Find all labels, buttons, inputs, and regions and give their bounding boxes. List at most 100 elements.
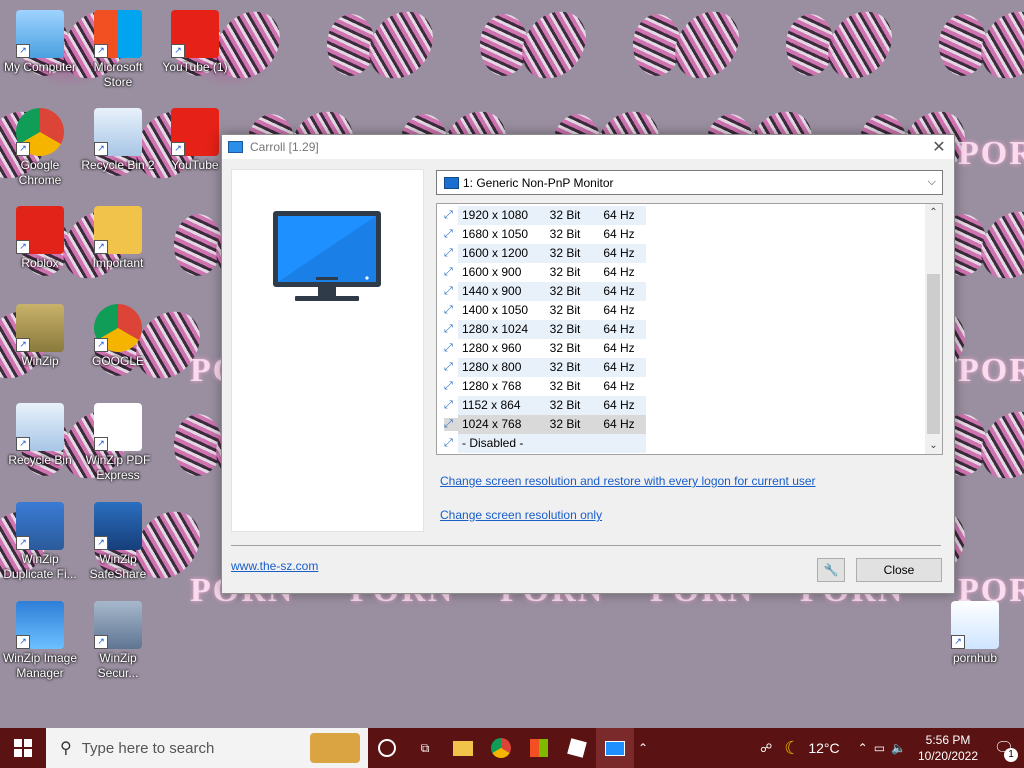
scroll-up-icon[interactable]: ⌃ [925,204,942,221]
desktop-icon[interactable]: ↗ WinZip PDF Express [78,403,158,483]
search-highlight-icon [310,733,360,763]
resize-icon: ⤢ [444,418,458,431]
desktop-icon[interactable]: ↗ Important [78,206,158,271]
resolution-row[interactable]: ⤢ 1400 x 1050 32 Bit 64 Hz [439,301,646,320]
search-placeholder: Type here to search [81,739,215,757]
store-button[interactable] [520,728,558,768]
carroll-taskbar-button[interactable] [596,728,634,768]
settings-button[interactable]: 🔧 [817,558,845,582]
refresh-rate-cell: 64 Hz [592,244,646,263]
desktop-icon[interactable]: ↗ WinZip Secur... [78,601,158,681]
resolution-row[interactable]: ⤢ 1152 x 864 32 Bit 64 Hz [439,396,646,415]
resolution-row[interactable]: ⤢ 1280 x 1024 32 Bit 64 Hz [439,320,646,339]
tray-chevron-icon[interactable]: ⌃ [858,741,868,755]
chevron-down-icon[interactable]: ⌵ [928,176,936,189]
start-button[interactable] [0,728,46,768]
desktop-icon[interactable]: ↗ WinZip [0,304,80,369]
resolution-row[interactable]: ⤢ 1024 x 768 32 Bit 64 Hz [439,415,646,434]
resize-icon: ⤢ [444,342,453,354]
desktop-icon[interactable]: ↗ Google Chrome [0,108,80,188]
network-icon[interactable]: ▭ [874,741,885,755]
change-resolution-only-link[interactable]: Change screen resolution only [440,508,602,522]
taskbar-search[interactable]: ⚲ Type here to search [46,728,368,768]
resolution-row[interactable]: ⤢ 1280 x 960 32 Bit 64 Hz [439,339,646,358]
store-icon [530,739,548,757]
people-icon[interactable]: ☍ [748,741,784,755]
resolution-row[interactable]: ⤢ 1600 x 1200 32 Bit 64 Hz [439,244,646,263]
desktop-icon[interactable]: ↗ YouTube (1) [155,10,235,75]
desktop-icon[interactable]: ↗ WinZip Image Manager [0,601,80,681]
close-button[interactable]: Close [856,558,942,582]
butterfly-wing [974,403,1024,487]
resolution-row[interactable]: ⤢ 1920 x 1080 32 Bit 64 Hz [439,206,646,225]
desktop-icon-label: Important [92,256,144,270]
resolution-row[interactable]: ⤢ 1280 x 800 32 Bit 64 Hz [439,358,646,377]
share-icon: ↗ [94,502,142,550]
clock-time: 5:56 PM [925,733,971,747]
desktop-icon-label: My Computer [3,60,77,74]
desktop-icon-label: WinZip PDF Express [85,453,151,482]
resize-icon: ⤢ [444,304,453,316]
resolution-list[interactable]: ⤢ 1920 x 1080 32 Bit 64 Hz ⤢ 1680 x 1050 32 Bi… [436,203,943,455]
shortcut-arrow-icon: ↗ [171,142,185,156]
desktop-icon-label: WinZip Image Manager [2,651,78,680]
desktop-icon-label: WinZip [21,354,59,368]
desktop-icon-label: Recycle Bin 2 [81,158,155,172]
resolution-row[interactable]: ⤢ 1440 x 900 32 Bit 64 Hz [439,282,646,301]
desktop-icon[interactable]: ↗ WinZip SafeShare [78,502,158,582]
title-bar[interactable]: Carroll [1.29] ✕ [222,135,954,159]
folder-icon [453,740,473,756]
resize-icon: ⤢ [444,399,453,411]
task-view-button[interactable]: ⧉ [406,728,444,768]
desktop-icon[interactable]: ↗ Microsoft Store [78,10,158,90]
desktop-icon[interactable]: ↗ GOOGLE [78,304,158,369]
desktop-icon-label: WinZip Duplicate Fi... [3,552,77,581]
desktop-icon[interactable]: ↗ Roblox [0,206,80,271]
refresh-rate-cell: 64 Hz [592,206,646,225]
cortana-button[interactable] [368,728,406,768]
monitor-select[interactable]: 1: Generic Non-PnP Monitor ⌵ [436,170,943,195]
taskbar: ⚲ Type here to search ⧉ ⌃ ☍ ☾ 12°C ⌃ ▭ 🔈… [0,728,1024,768]
resolution-cell: 1280 x 768 [458,377,538,396]
resolution-row[interactable]: ⤢ 1280 x 768 32 Bit 64 Hz [439,377,646,396]
desktop-icon[interactable]: ↗ My Computer [0,10,80,75]
bit-depth-cell: 32 Bit [538,377,592,396]
scroll-down-icon[interactable]: ⌄ [925,437,942,454]
youtube-icon: ↗ [171,108,219,156]
weather-temp[interactable]: 12°C [808,740,839,756]
resolution-row[interactable]: ⤢ 1600 x 900 32 Bit 64 Hz [439,263,646,282]
clock[interactable]: 5:56 PM 10/20/2022 [912,732,984,764]
list-scrollbar[interactable]: ⌃ ⌄ [925,204,942,454]
refresh-rate-cell: 64 Hz [592,358,646,377]
desktop-icon[interactable]: ↗ pornhub [935,601,1015,666]
bit-depth-cell [538,434,592,453]
desktop-icon[interactable]: ↗ WinZip Duplicate Fi... [0,502,80,582]
desktop-icon[interactable]: ↗ Recycle Bin 2 [78,108,158,173]
resolution-row[interactable]: ⤢ 1680 x 1050 32 Bit 64 Hz [439,225,646,244]
change-resolution-restore-link[interactable]: Change screen resolution and restore wit… [440,474,816,488]
weather-moon-icon[interactable]: ☾ [784,738,800,759]
chrome-button[interactable] [482,728,520,768]
close-icon[interactable]: ✕ [924,137,954,157]
windows-logo-icon [14,739,32,757]
shortcut-arrow-icon: ↗ [94,240,108,254]
taskbar-overflow-button[interactable]: ⌃ [634,728,652,768]
shortcut-arrow-icon: ↗ [16,635,30,649]
shortcut-arrow-icon: ↗ [951,635,965,649]
bit-depth-cell: 32 Bit [538,415,592,434]
volume-icon[interactable]: 🔈 [891,741,906,755]
refresh-rate-cell: 64 Hz [592,263,646,282]
resolution-row[interactable]: ⤢ - Disabled - [439,434,646,453]
winzip-duplicate-icon: ↗ [16,502,64,550]
desktop-icon[interactable]: ↗ Recycle Bin [0,403,80,468]
roblox-button[interactable] [558,728,596,768]
secure-icon: ↗ [94,601,142,649]
file-explorer-button[interactable] [444,728,482,768]
refresh-rate-cell: 64 Hz [592,301,646,320]
bit-depth-cell: 32 Bit [538,396,592,415]
website-link[interactable]: www.the-sz.com [231,559,318,573]
notification-button[interactable]: 🗨 1 [984,728,1024,768]
scroll-thumb[interactable] [927,274,940,434]
store-icon: ↗ [94,10,142,58]
notification-badge: 1 [1004,748,1018,762]
